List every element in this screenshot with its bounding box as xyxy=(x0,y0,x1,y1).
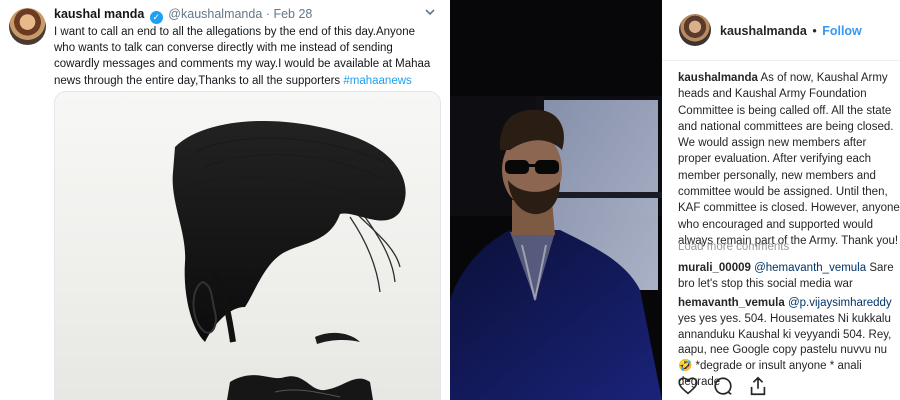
post-caption: kaushalmanda As of now, Kaushal Army hea… xyxy=(678,70,900,249)
tweet-handle[interactable]: @kaushalmanda xyxy=(168,7,262,21)
caption-text: As of now, Kaushal Army heads and Kausha… xyxy=(678,72,900,247)
instagram-post-panel: kaushalmanda • Follow kaushalmanda As of… xyxy=(662,0,900,400)
comment-username[interactable]: hemavanth_vemula xyxy=(678,297,785,309)
tweet-separator: · xyxy=(265,7,270,21)
comment-icon[interactable] xyxy=(712,375,734,397)
verified-badge-icon: ✓ xyxy=(149,11,163,24)
tweet-display-name[interactable]: kaushal manda xyxy=(54,7,144,21)
tweet-card: kaushal manda ✓ @kaushalmanda · Feb 28 I… xyxy=(0,0,450,400)
follow-button[interactable]: Follow xyxy=(822,24,862,38)
post-actions-bar xyxy=(677,375,769,397)
load-more-comments-button[interactable]: Load more comments xyxy=(678,241,789,253)
header-separator: • xyxy=(812,24,817,38)
comment-mention[interactable]: @p.vijaysimhareddy xyxy=(788,297,892,309)
comment-username[interactable]: murali_00009 xyxy=(678,262,751,274)
tweet-date[interactable]: Feb 28 xyxy=(273,7,312,21)
tweet-text: I want to call an end to all the allegat… xyxy=(54,24,434,89)
instagram-header: kaushalmanda • Follow xyxy=(720,24,862,38)
portrait-photo[interactable] xyxy=(450,0,662,400)
tweet-hashtag[interactable]: #mahaanews xyxy=(343,75,411,87)
header-divider xyxy=(662,60,900,61)
tweet-header: kaushal manda ✓ @kaushalmanda · Feb 28 xyxy=(54,7,312,24)
share-icon[interactable] xyxy=(747,375,769,397)
instagram-username[interactable]: kaushalmanda xyxy=(720,24,807,38)
pencil-portrait-drawing xyxy=(172,120,406,400)
chevron-down-icon[interactable] xyxy=(424,5,436,21)
heart-icon[interactable] xyxy=(677,375,699,397)
comment-mention[interactable]: @hemavanth_vemula xyxy=(754,262,866,274)
comment-item: murali_00009 @hemavanth_vemula Sare bro … xyxy=(678,261,900,293)
caption-username[interactable]: kaushalmanda xyxy=(678,72,758,84)
instagram-avatar[interactable] xyxy=(679,14,711,46)
man-in-sunglasses-photo xyxy=(450,0,662,400)
tweet-image[interactable] xyxy=(54,91,441,400)
tweet-avatar[interactable] xyxy=(9,8,46,45)
